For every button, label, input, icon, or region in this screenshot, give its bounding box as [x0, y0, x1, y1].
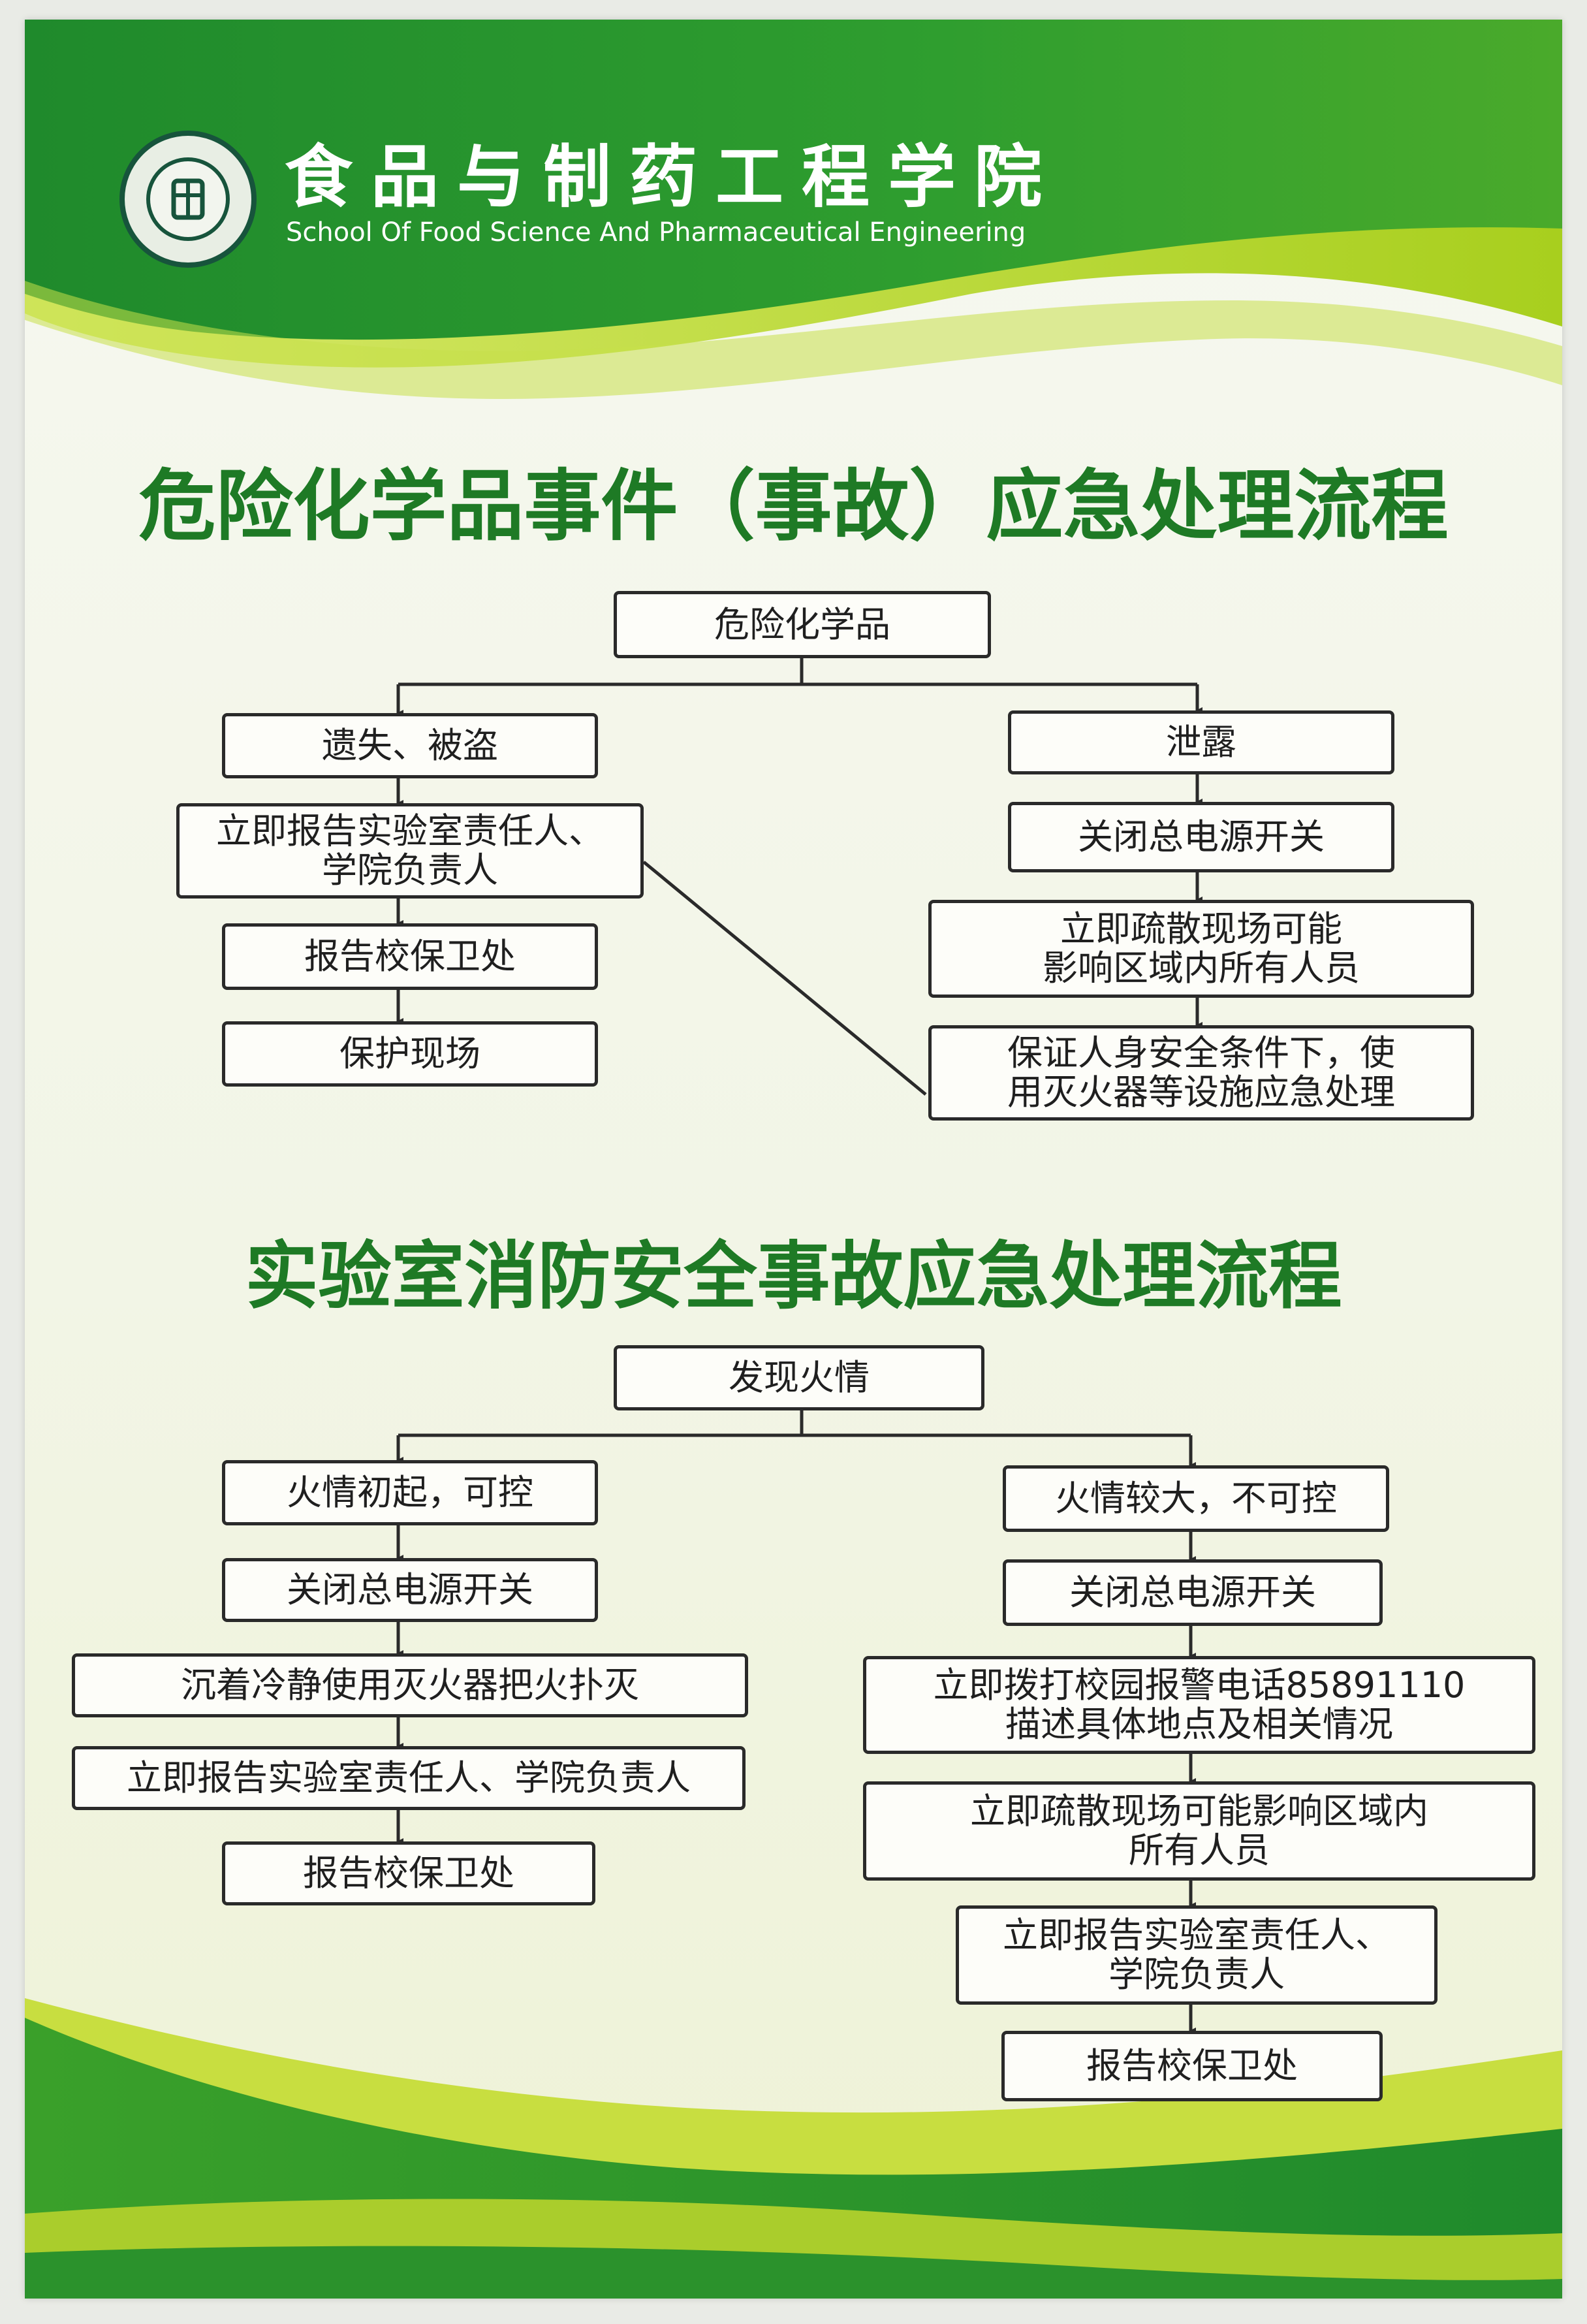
fire-right-step-4: 立即疏散现场可能影响区域内 所有人员: [863, 1781, 1535, 1881]
chemical-left-step-1: 遗失、被盗: [222, 713, 598, 778]
fire-right-step-2: 关闭总电源开关: [1003, 1559, 1383, 1626]
fire-left-step-4: 立即报告实验室责任人、学院负责人: [72, 1746, 746, 1810]
poster: 食品与制药工程学院 School Of Food Science And Pha…: [25, 20, 1562, 2299]
fire-right-step-6: 报告校保卫处: [1001, 2031, 1383, 2101]
fire-root-box: 发现火情: [614, 1345, 984, 1410]
chemical-right-step-2: 关闭总电源开关: [1008, 802, 1394, 872]
chemical-right-step-1: 泄露: [1008, 710, 1394, 774]
chemical-right-step-3: 立即疏散现场可能 影响区域内所有人员: [928, 900, 1474, 998]
chemical-left-step-3: 报告校保卫处: [222, 923, 598, 990]
chemical-left-step-4: 保护现场: [222, 1021, 598, 1087]
fire-right-step-5: 立即报告实验室责任人、 学院负责人: [956, 1905, 1438, 2005]
chemical-root-box: 危险化学品: [614, 591, 991, 658]
chemical-left-step-2: 立即报告实验室责任人、 学院负责人: [176, 803, 644, 899]
fire-left-step-1: 火情初起，可控: [222, 1460, 598, 1525]
fire-left-step-2: 关闭总电源开关: [222, 1558, 598, 1622]
fire-right-step-1: 火情较大，不可控: [1003, 1465, 1389, 1532]
chemical-right-step-4: 保证人身安全条件下，使 用灭火器等设施应急处理: [928, 1025, 1474, 1121]
fire-left-step-5: 报告校保卫处: [222, 1841, 595, 1905]
fire-left-step-3: 沉着冷静使用灭火器把火扑灭: [72, 1653, 748, 1717]
fire-right-step-3: 立即拨打校园报警电话85891110 描述具体地点及相关情况: [863, 1656, 1535, 1754]
